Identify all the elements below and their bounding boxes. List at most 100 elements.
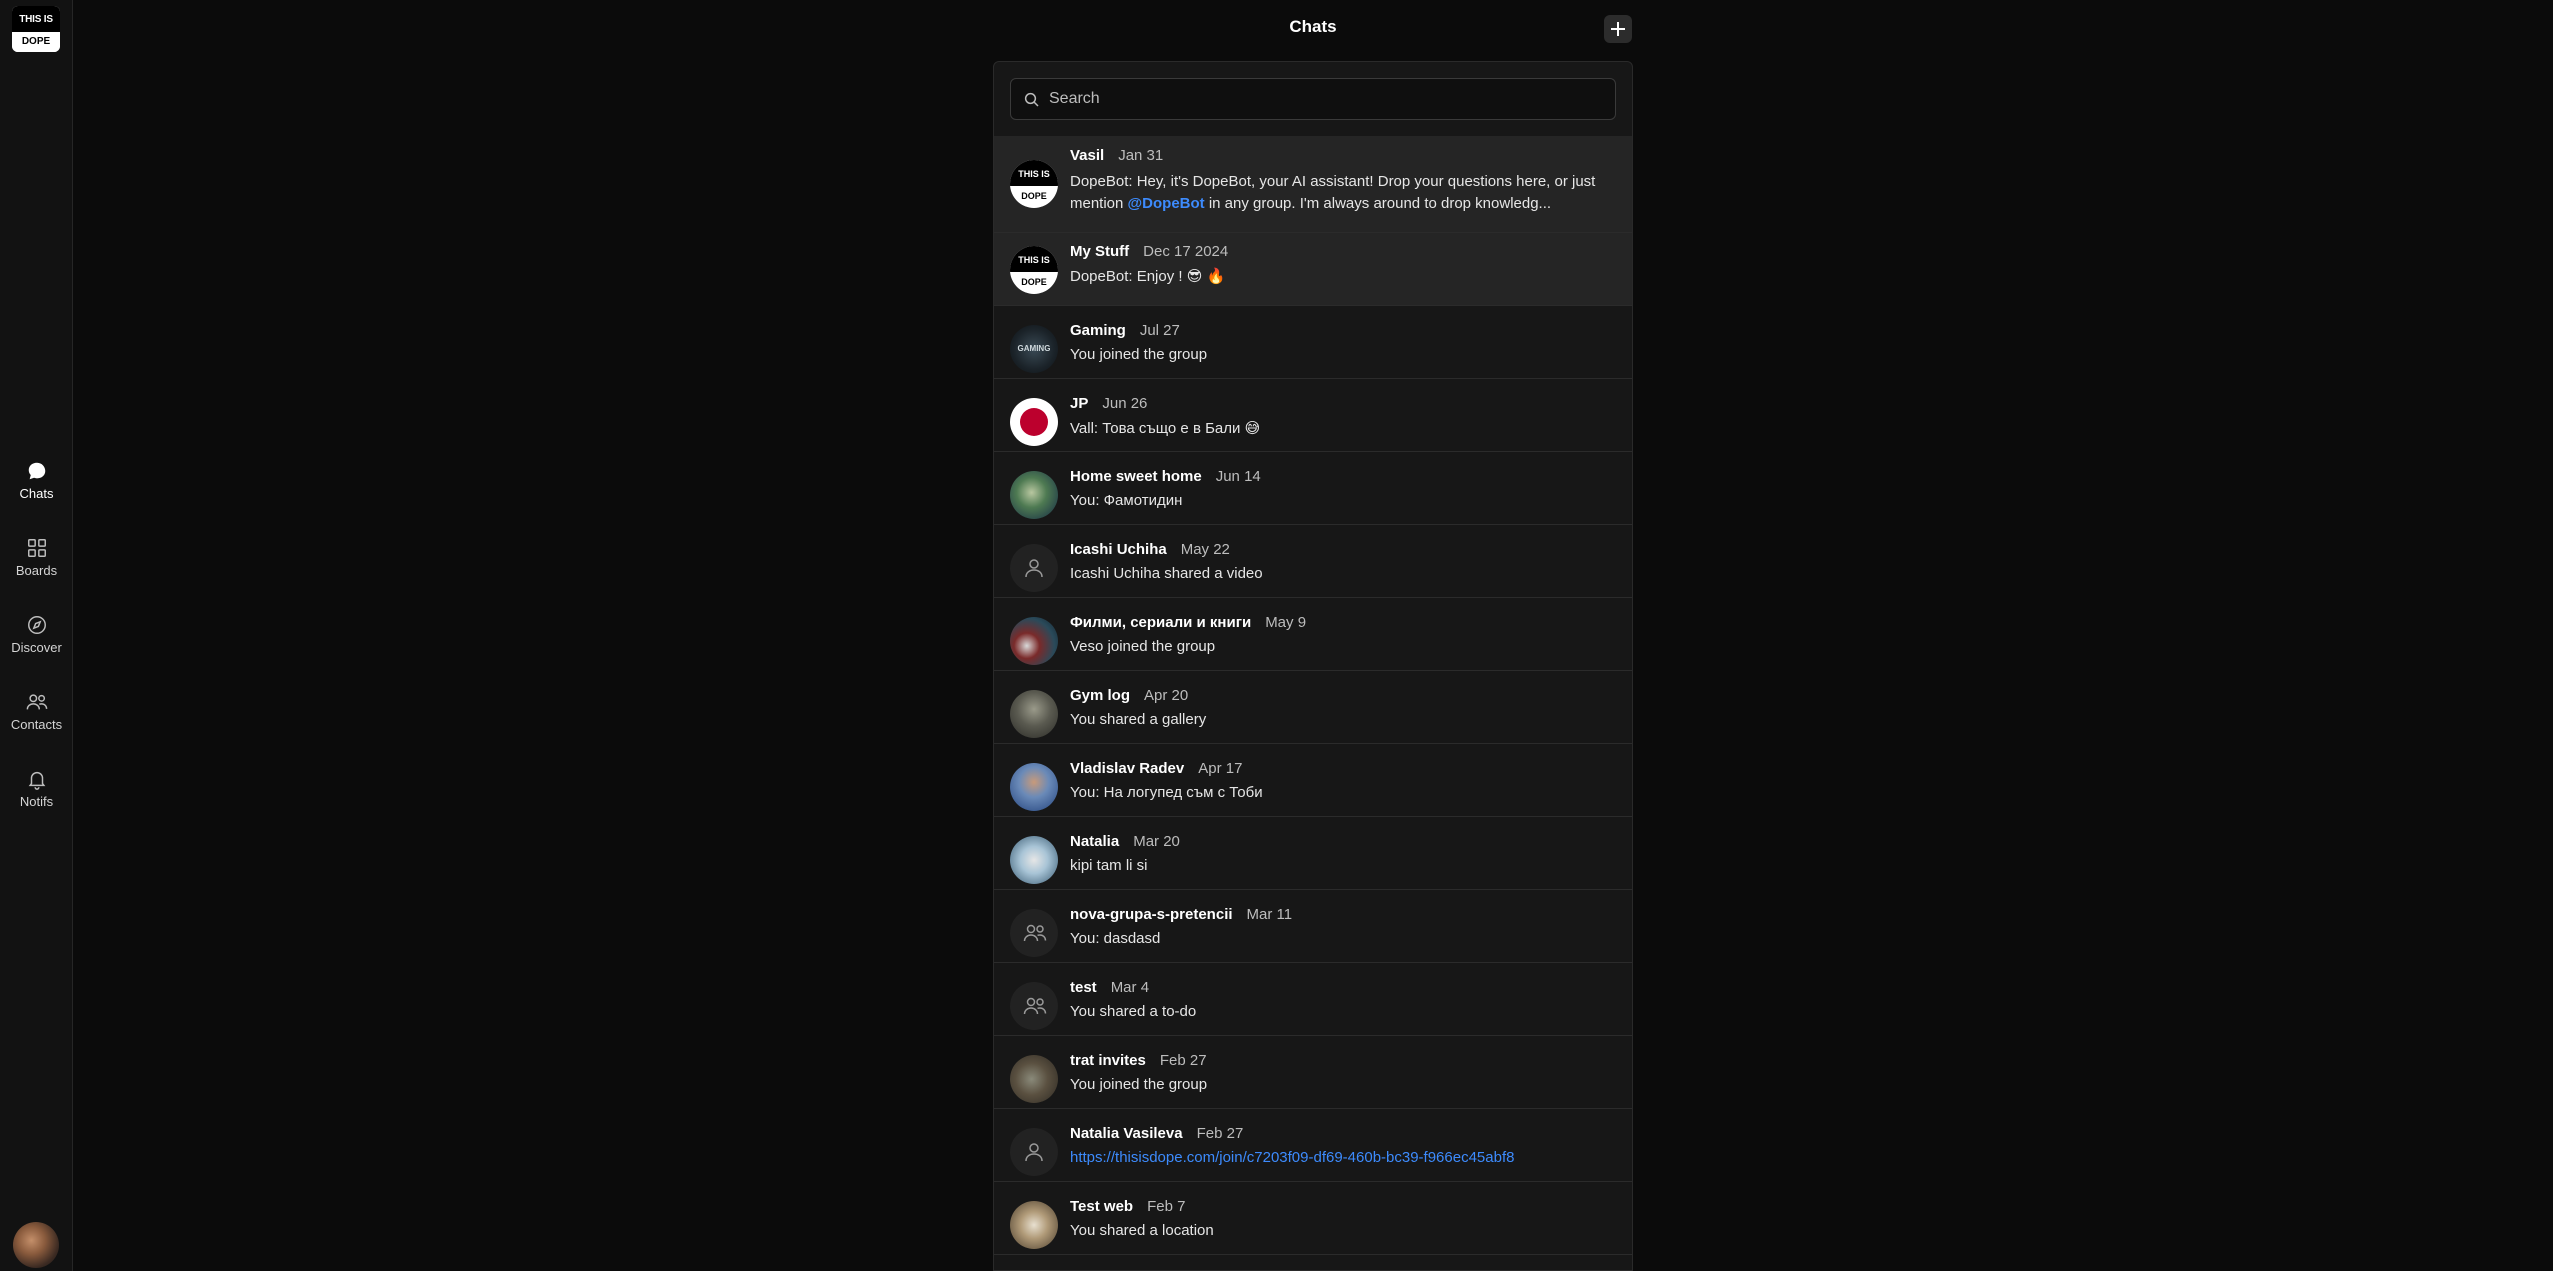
chat-date: Mar 20 <box>1133 833 1180 850</box>
chat-name: Gym log Apr 20 <box>1070 687 1188 704</box>
chat-row-home-sweet-home[interactable]: Home sweet home Jun 14 You: Фамотидин <box>994 452 1632 525</box>
chat-name: Vasil Jan 31 <box>1070 147 1163 164</box>
sidebar-item-boards[interactable]: Boards <box>0 537 73 578</box>
chat-date: Feb 27 <box>1196 1125 1244 1142</box>
chat-row-gym-log[interactable]: Gym log Apr 20 You shared a gallery <box>994 671 1632 744</box>
chat-row-jp[interactable]: JP Jun 26 Vall: Това също е в Бали 😅 <box>994 379 1632 452</box>
chat-row-natalia-vasileva[interactable]: Natalia Vasileva Feb 27 https://thisisdop… <box>994 1109 1632 1182</box>
logo-line2: DOPE <box>12 32 60 52</box>
chat-last-message-link[interactable]: https://thisisdope.com/join/c7203f09-df6… <box>1070 1149 1610 1166</box>
people-icon <box>26 694 47 710</box>
app-logo[interactable]: THIS IS DOPE <box>12 6 60 52</box>
chat-name: My Stuff Dec 17 2024 <box>1070 243 1228 260</box>
mention-link[interactable]: @DopeBot <box>1128 195 1205 212</box>
chat-date: Dec 17 2024 <box>1143 243 1229 260</box>
chat-name: JP Jun 26 <box>1070 395 1147 412</box>
chat-list: THIS IS DOPE Vasil Jan 31 DopeBot: Hey, i… <box>994 136 1632 1255</box>
chat-row-my-stuff[interactable]: THIS IS DOPE My Stuff Dec 17 2024 DopeBot… <box>994 233 1632 306</box>
chat-name-text: Vasil <box>1070 147 1105 164</box>
chat-avatar <box>1010 1055 1058 1103</box>
chat-avatar <box>1010 1128 1058 1176</box>
chat-avatar <box>1010 763 1058 811</box>
chat-name: Vladislav Radev Apr 17 <box>1070 760 1242 777</box>
sidebar: THIS IS DOPE Chats Boards Discover Conta… <box>0 0 73 1271</box>
chat-name: Test web Feb 7 <box>1070 1198 1185 1215</box>
chat-name: Icashi Uchiha May 22 <box>1070 541 1230 558</box>
chat-avatar: THIS IS DOPE <box>1010 246 1058 294</box>
chat-date: Feb 7 <box>1147 1198 1186 1215</box>
chat-avatar <box>1010 544 1058 592</box>
chat-row-icashi-uchiha[interactable]: Icashi Uchiha May 22 Icashi Uchiha shared… <box>994 525 1632 598</box>
search-box[interactable] <box>1010 78 1616 120</box>
chat-name-text: Gym log <box>1070 687 1131 704</box>
avatar-logo-line2: DOPE <box>1021 277 1047 287</box>
chat-avatar <box>1010 836 1058 884</box>
chat-date: Jan 31 <box>1118 147 1164 164</box>
chat-name: Natalia Vasileva Feb 27 <box>1070 1125 1243 1142</box>
chat-date: Feb 27 <box>1159 1052 1207 1069</box>
sidebar-item-contacts[interactable]: Contacts <box>0 691 73 732</box>
chat-last-message: You joined the group <box>1070 346 1208 363</box>
person-placeholder-icon <box>1025 559 1043 578</box>
chat-row-nova-grupa[interactable]: nova-grupa-s-pretencii Mar 11 You: dasdas… <box>994 890 1632 963</box>
chat-name-text: JP <box>1070 395 1089 412</box>
chat-name: trat invites Feb 27 <box>1070 1052 1207 1069</box>
chat-row-vasil[interactable]: THIS IS DOPE Vasil Jan 31 DopeBot: Hey, i… <box>994 136 1632 233</box>
chat-row-test[interactable]: test Mar 4 You shared a to-do <box>994 963 1632 1036</box>
chat-name: Home sweet home Jun 14 <box>1070 468 1261 485</box>
chat-avatar: GAMING <box>1010 325 1058 373</box>
search-input[interactable] <box>1049 79 1599 119</box>
chat-avatar <box>1010 690 1058 738</box>
chat-name-text: Natalia <box>1070 833 1120 850</box>
sidebar-item-label: Contacts <box>10 717 63 732</box>
chat-avatar <box>1010 398 1058 446</box>
chat-date: Jun 26 <box>1102 395 1148 412</box>
sidebar-item-label: Boards <box>15 563 58 578</box>
avatar-logo-line1: THIS IS <box>1010 246 1058 272</box>
chat-date: Apr 17 <box>1198 760 1243 777</box>
chat-avatar <box>1010 1201 1058 1249</box>
chat-row-gaming[interactable]: GAMING Gaming Jul 27 You joined the group <box>994 306 1632 379</box>
chat-name-text: nova-grupa-s-pretencii <box>1070 906 1233 923</box>
chat-list-panel: THIS IS DOPE Vasil Jan 31 DopeBot: Hey, i… <box>993 61 1633 1271</box>
chat-avatar: THIS IS DOPE <box>1010 160 1058 208</box>
chat-last-message: You: dasdasd <box>1070 930 1161 947</box>
chat-name: test Mar 4 <box>1070 979 1149 996</box>
chat-avatar <box>1010 617 1058 665</box>
bell-icon <box>28 771 45 790</box>
chat-date: Apr 20 <box>1144 687 1189 704</box>
chat-last-message: Vall: Това също е в Бали 😅 <box>1070 420 1261 437</box>
chat-name-text: Natalia Vasileva <box>1070 1125 1183 1142</box>
chat-last-message: Veso joined the group <box>1070 638 1216 655</box>
message-text-suffix: in any group. I'm always around to drop … <box>1204 195 1552 212</box>
chat-date: Mar 4 <box>1110 979 1150 996</box>
chat-row-vladislav-radev[interactable]: Vladislav Radev Apr 17 You: На логупед съ… <box>994 744 1632 817</box>
chat-avatar <box>1010 909 1058 957</box>
chat-name-text: Test web <box>1070 1198 1134 1215</box>
chat-last-message: You: Фамотидин <box>1070 492 1183 509</box>
new-chat-button[interactable] <box>1604 15 1632 43</box>
chat-row-trat-invites[interactable]: trat invites Feb 27 You joined the group <box>994 1036 1632 1109</box>
group-placeholder-icon <box>1023 924 1047 942</box>
page-title: Chats <box>1289 17 1337 36</box>
sidebar-item-chats[interactable]: Chats <box>0 460 73 501</box>
search-icon <box>1024 92 1039 107</box>
chat-row-filmi[interactable]: Филми, сериали и книги May 9 Veso joined … <box>994 598 1632 671</box>
chat-row-natalia[interactable]: Natalia Mar 20 kipi tam li si <box>994 817 1632 890</box>
chat-name: Филми, сериали и книги May 9 <box>1070 614 1306 631</box>
person-placeholder-icon <box>1025 1143 1043 1162</box>
chat-last-message: You shared a location <box>1070 1222 1214 1239</box>
chat-last-message: Icashi Uchiha shared a video <box>1070 565 1263 582</box>
chat-name-text: trat invites <box>1070 1052 1146 1069</box>
chat-name: Gaming Jul 27 <box>1070 322 1180 339</box>
sidebar-item-notifs[interactable]: Notifs <box>0 768 73 809</box>
chat-row-test-web[interactable]: Test web Feb 7 You shared a location <box>994 1182 1632 1255</box>
chat-last-message: You shared a to-do <box>1070 1003 1197 1020</box>
sidebar-item-discover[interactable]: Discover <box>0 614 73 655</box>
chat-date: May 22 <box>1180 541 1230 558</box>
avatar-logo-line2: DOPE <box>1021 191 1047 201</box>
chat-name: nova-grupa-s-pretencii Mar 11 <box>1070 906 1292 923</box>
chat-avatar <box>1010 982 1058 1030</box>
chat-avatar <box>1010 471 1058 519</box>
user-avatar[interactable] <box>13 1222 59 1268</box>
